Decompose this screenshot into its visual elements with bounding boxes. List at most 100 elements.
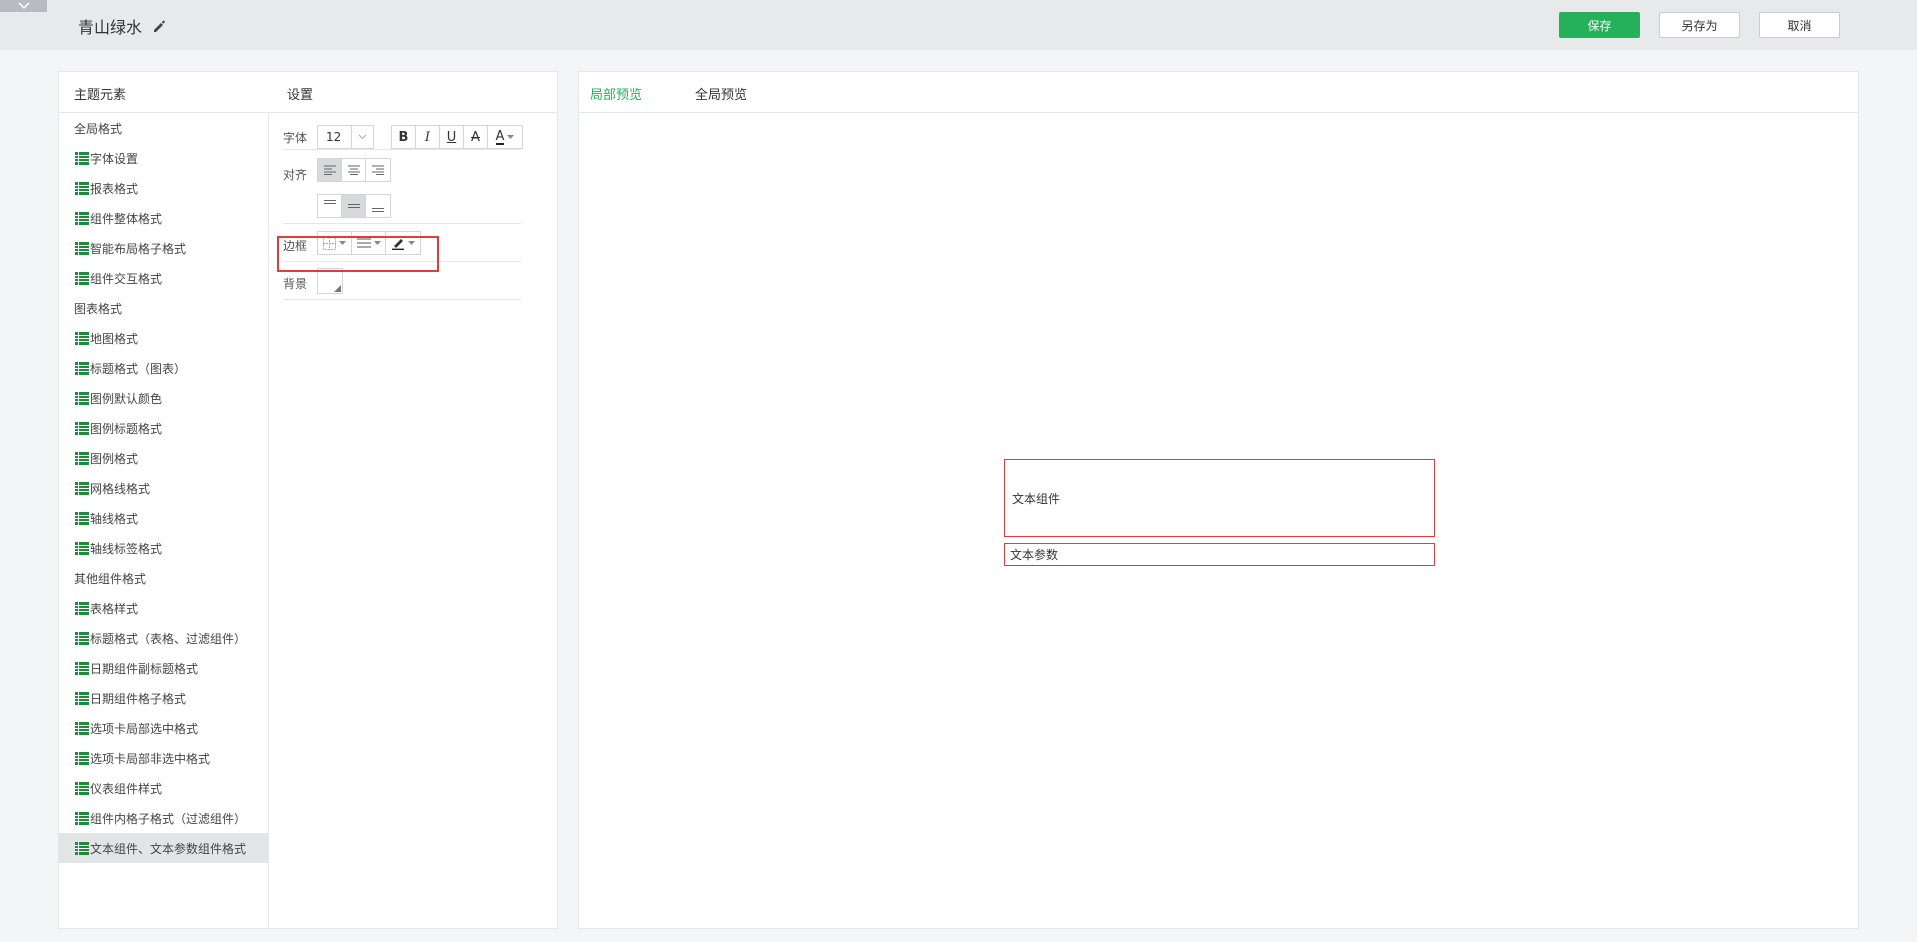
- tree-item[interactable]: 仪表组件样式: [59, 773, 268, 803]
- elements-heading: 主题元素: [74, 88, 127, 103]
- table-icon: [75, 631, 89, 645]
- tree-item[interactable]: 选项卡局部选中格式: [59, 713, 268, 743]
- align-right-button[interactable]: [366, 159, 390, 181]
- table-icon: [75, 511, 89, 525]
- chevron-down-icon: [17, 2, 30, 10]
- tree-item[interactable]: 组件交互格式: [59, 263, 268, 293]
- tree-item-label: 地图格式: [90, 331, 139, 346]
- tree-item[interactable]: 日期组件格子格式: [59, 683, 268, 713]
- tree-group[interactable]: 其他组件格式: [59, 563, 268, 593]
- align-middle-button[interactable]: [342, 195, 366, 217]
- tree-item[interactable]: 文本组件、文本参数组件格式: [59, 833, 268, 863]
- text-component-label: 文本组件: [1012, 491, 1061, 506]
- tree-item-label: 选项卡局部选中格式: [90, 721, 199, 736]
- table-icon: [75, 181, 89, 195]
- tree-item[interactable]: 轴线格式: [59, 503, 268, 533]
- align-left-button[interactable]: [318, 159, 342, 181]
- table-icon: [75, 721, 89, 735]
- tree-item[interactable]: 报表格式: [59, 173, 268, 203]
- theme-element-tree: 全局格式字体设置报表格式组件整体格式智能布局格子格式组件交互格式图表格式地图格式…: [59, 113, 269, 928]
- tree-group[interactable]: 图表格式: [59, 293, 268, 323]
- tree-item-label: 其他组件格式: [74, 571, 147, 586]
- chevron-down-icon: [507, 134, 515, 139]
- font-row: 字体 12 B I U A A: [283, 113, 523, 150]
- tree-item[interactable]: 图例格式: [59, 443, 268, 473]
- tree-item-label: 标题格式（表格、过滤组件）: [90, 631, 247, 646]
- table-icon: [75, 811, 89, 825]
- font-size-select[interactable]: 12: [317, 125, 374, 149]
- tab-global-preview[interactable]: 全局预览: [695, 84, 747, 103]
- strikethrough-button[interactable]: A: [464, 126, 488, 148]
- align-bottom-button[interactable]: [366, 195, 390, 217]
- theme-title: 青山绿水: [78, 14, 166, 38]
- align-center-button[interactable]: [342, 159, 366, 181]
- tree-item[interactable]: 网格线格式: [59, 473, 268, 503]
- tree-item-label: 日期组件副标题格式: [90, 661, 199, 676]
- tree-group[interactable]: 全局格式: [59, 113, 268, 143]
- tree-item[interactable]: 日期组件副标题格式: [59, 653, 268, 683]
- preview-tabs: 局部预览 全局预览: [579, 72, 1858, 113]
- font-label: 字体: [283, 131, 308, 145]
- tree-item[interactable]: 轴线标签格式: [59, 533, 268, 563]
- tree-item[interactable]: 组件内格子格式（过滤组件）: [59, 803, 268, 833]
- tree-item-label: 图表格式: [74, 301, 123, 316]
- tree-item[interactable]: 选项卡局部非选中格式: [59, 743, 268, 773]
- text-style-group: B I U A A: [391, 125, 523, 149]
- save-button[interactable]: 保存: [1559, 12, 1640, 38]
- tree-item-label: 文本组件、文本参数组件格式: [90, 841, 247, 856]
- tree-item-label: 全局格式: [74, 121, 123, 136]
- underline-button[interactable]: U: [440, 126, 464, 148]
- text-component-preview[interactable]: 文本组件: [1004, 459, 1435, 537]
- tree-item-label: 轴线标签格式: [90, 541, 163, 556]
- tree-item[interactable]: 图例标题格式: [59, 413, 268, 443]
- align-bottom-icon: [372, 208, 384, 212]
- table-icon: [75, 241, 89, 255]
- table-icon: [75, 481, 89, 495]
- tree-item[interactable]: 智能布局格子格式: [59, 233, 268, 263]
- align-right-icon: [372, 165, 384, 175]
- tree-item-label: 组件内格子格式（过滤组件）: [90, 811, 247, 826]
- tree-item-label: 报表格式: [90, 181, 139, 196]
- align-top-icon: [323, 200, 336, 204]
- save-as-button[interactable]: 另存为: [1659, 12, 1740, 38]
- tree-item[interactable]: 标题格式（图表）: [59, 353, 268, 383]
- font-color-button[interactable]: A: [488, 126, 522, 148]
- top-bar: 青山绿水 保存 另存为 取消: [0, 0, 1917, 50]
- tree-item[interactable]: 表格样式: [59, 593, 268, 623]
- cancel-button[interactable]: 取消: [1759, 12, 1840, 38]
- table-icon: [75, 661, 89, 675]
- vertical-align-group: [317, 194, 391, 218]
- tree-item-label: 组件整体格式: [90, 211, 163, 226]
- tree-item-label: 网格线格式: [90, 481, 151, 496]
- table-icon: [75, 361, 89, 375]
- panel-header: 主题元素 设置: [59, 72, 557, 113]
- font-size-value: 12: [318, 126, 352, 148]
- tree-item-label: 智能布局格子格式: [90, 241, 187, 256]
- align-top-button[interactable]: [318, 195, 342, 217]
- tree-item[interactable]: 组件整体格式: [59, 203, 268, 233]
- tree-item-label: 标题格式（图表）: [90, 361, 187, 376]
- tab-local-preview[interactable]: 局部预览: [590, 84, 642, 103]
- table-icon: [75, 841, 89, 855]
- tree-item[interactable]: 字体设置: [59, 143, 268, 173]
- bold-button[interactable]: B: [392, 126, 416, 148]
- table-icon: [75, 391, 89, 405]
- tree-item[interactable]: 图例默认颜色: [59, 383, 268, 413]
- tree-item[interactable]: 地图格式: [59, 323, 268, 353]
- tree-item-label: 仪表组件样式: [90, 781, 163, 796]
- tree-item-label: 轴线格式: [90, 511, 139, 526]
- background-label: 背景: [283, 277, 308, 291]
- pencil-icon[interactable]: [152, 19, 166, 33]
- collapse-toggle[interactable]: [0, 0, 47, 12]
- tree-item[interactable]: 标题格式（表格、过滤组件）: [59, 623, 268, 653]
- text-param-preview[interactable]: 文本参数: [1004, 543, 1435, 566]
- horizontal-align-group: [317, 158, 391, 182]
- italic-button[interactable]: I: [416, 126, 440, 148]
- table-icon: [75, 211, 89, 225]
- table-icon: [75, 451, 89, 465]
- chevron-down-icon: [358, 134, 367, 140]
- align-row: 对齐: [283, 150, 521, 224]
- text-param-label: 文本参数: [1010, 548, 1059, 562]
- tree-item-label: 表格样式: [90, 601, 139, 616]
- border-highlight-box: [277, 236, 439, 272]
